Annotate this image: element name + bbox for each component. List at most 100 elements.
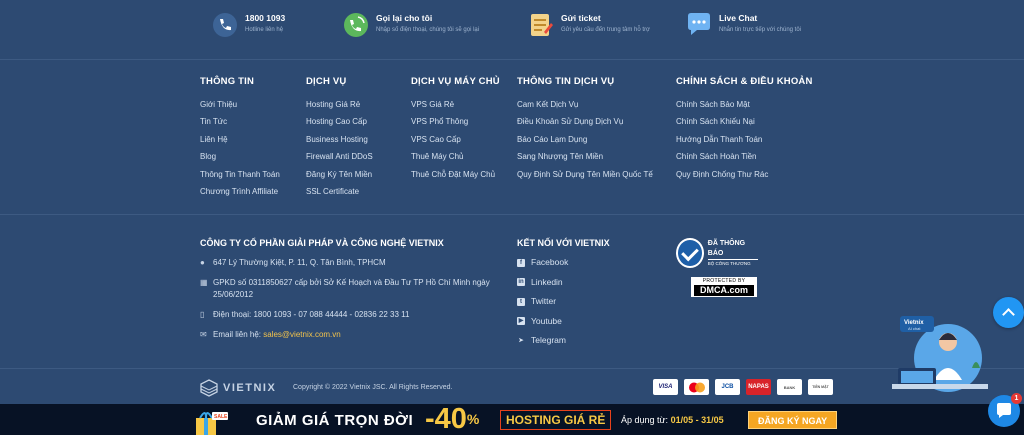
footer-link[interactable]: Hosting Giá Rẻ [306, 96, 373, 113]
phone-row: ▯ Điện thoại: 1800 1093 - 07 088 44444 -… [200, 309, 510, 321]
callback-phone-icon [343, 12, 369, 38]
envelope-icon: ✉ [200, 329, 207, 339]
chat-bubble-button[interactable]: 1 [988, 393, 1022, 427]
footer-link[interactable]: Thuê Máy Chủ [411, 148, 500, 165]
footer-link[interactable]: Chính Sách Khiếu Nại [676, 113, 813, 130]
footer-link[interactable]: Chính Sách Hoàn Tiền [676, 148, 813, 165]
footer-link[interactable]: Hướng Dẫn Thanh Toán [676, 131, 813, 148]
contact-bar: 1800 1093 Hotline liên hệ Gọi lại cho tô… [0, 0, 1024, 60]
email-row: ✉ Email liên hệ: sales@vietnix.com.vn [200, 329, 510, 341]
telegram-link[interactable]: ➤ Telegram [517, 335, 610, 346]
column-policies: CHÍNH SÁCH & ĐIỀU KHOẢN Chính Sách Bảo M… [676, 76, 813, 183]
footer-link[interactable]: Điều Khoản Sử Dụng Dịch Vụ [517, 113, 653, 130]
company-info: CÔNG TY CỔ PHẦN GIẢI PHÁP VÀ CÔNG NGHỆ V… [200, 238, 510, 349]
twitter-icon: t [517, 297, 525, 306]
youtube-link[interactable]: ▶ Youtube [517, 316, 610, 327]
discount-value: -40 [425, 403, 467, 435]
logo-text: VIETNIX [223, 382, 277, 394]
footer-link[interactable]: VPS Cao Cấp [411, 131, 500, 148]
checkmark-icon [676, 238, 704, 268]
map-pin-icon: ● [200, 258, 205, 267]
hotline-sub: Hotline liên hệ [245, 27, 284, 33]
vietnix-logo-icon [200, 379, 218, 397]
dates-label: Áp dụng từ: [621, 415, 671, 425]
column-heading: THÔNG TIN [200, 76, 255, 87]
footer-link[interactable]: Liên Hệ [200, 131, 280, 148]
livechat-sub: Nhắn tin trực tiếp với chúng tôi [719, 27, 801, 33]
footer-link[interactable]: Chương Trình Affiliate [200, 183, 280, 200]
column-heading: CHÍNH SÁCH & ĐIỀU KHOẢN [676, 76, 813, 87]
column-heading: DỊCH VỤ MÁY CHỦ [411, 76, 500, 87]
footer-link-columns: THÔNG TIN Giới Thiệu Tin Tức Liên Hệ Blo… [0, 60, 1024, 215]
facebook-label: Facebook [531, 257, 569, 267]
twitter-link[interactable]: t Twitter [517, 296, 610, 307]
telegram-label: Telegram [531, 335, 566, 346]
linkedin-icon: in [517, 278, 525, 287]
footer-link[interactable]: Sang Nhượng Tên Miền [517, 148, 653, 165]
register-now-button[interactable]: ĐĂNG KÝ NGAY [748, 411, 838, 429]
footer-link[interactable]: Giới Thiệu [200, 96, 280, 113]
column-heading: DỊCH VỤ [306, 76, 347, 87]
email-label: Email liên hệ: [213, 329, 264, 339]
linkedin-link[interactable]: in Linkedin [517, 277, 610, 288]
twitter-label: Twitter [531, 296, 557, 307]
email-link[interactable]: sales@vietnix.com.vn [263, 330, 340, 339]
footer-link[interactable]: SSL Certificate [306, 183, 373, 200]
facebook-link[interactable]: f Facebook [517, 257, 610, 268]
dmca-badge[interactable]: PROTECTED BY DMCA.com [691, 277, 757, 297]
vietnix-logo[interactable]: VIETNIX [200, 379, 276, 397]
footer-link[interactable]: VPS Phổ Thông [411, 113, 500, 130]
scroll-to-top-button[interactable] [993, 297, 1024, 328]
callback-contact[interactable]: Gọi lại cho tôi Nhập số điện thoại, chún… [343, 12, 479, 38]
bct-line1: ĐÃ THÔNG BÁO [707, 239, 758, 260]
telegram-icon: ➤ [518, 337, 524, 344]
footer-link[interactable]: Đăng Ký Tên Miền [306, 166, 373, 183]
footer-link[interactable]: Firewall Anti DDoS [306, 148, 373, 165]
copyright-text: Copyright © 2022 Vietnix JSC. All Rights… [293, 384, 453, 391]
footer-link[interactable]: Báo Cáo Lạm Dụng [517, 131, 653, 148]
social-links: KẾT NỐI VỚI VIETNIX f Facebook in Linkedin… [517, 238, 610, 355]
footer-link[interactable]: VPS Giá Rẻ [411, 96, 500, 113]
payment-methods: VISA JCB NAPAS BANK TIỀN MẶT [653, 379, 839, 395]
youtube-icon: ▶ [517, 317, 525, 326]
footer-bottom: VIETNIX Copyright © 2022 Vietnix JSC. Al… [0, 368, 1024, 404]
jcb-icon: JCB [715, 379, 740, 395]
column-info: THÔNG TIN Giới Thiệu Tin Tức Liên Hệ Blo… [200, 76, 280, 200]
callback-sub: Nhập số điện thoại, chúng tôi sẽ gọi lại [376, 27, 480, 33]
chat-bubble-icon [686, 12, 712, 38]
facebook-icon: f [517, 258, 525, 267]
social-heading: KẾT NỐI VỚI VIETNIX [517, 238, 610, 248]
footer-link[interactable]: Chính Sách Bảo Mật [676, 96, 813, 113]
hotline-contact[interactable]: 1800 1093 Hotline liên hệ [212, 12, 285, 38]
ticket-title: Gửi ticket [561, 13, 601, 23]
ai-assistant-widget[interactable]: Vietnix AI chat [890, 310, 990, 392]
cash-icon: TIỀN MẶT [808, 379, 833, 395]
ticket-contact[interactable]: Gửi ticket Gửi yêu cầu đến trung tâm hỗ … [528, 12, 650, 38]
banner-product: HOSTING GIÁ RẺ [500, 410, 612, 430]
livechat-contact[interactable]: Live Chat Nhắn tin trực tiếp với chúng t… [686, 12, 801, 38]
napas-icon: NAPAS [746, 379, 771, 395]
footer-link[interactable]: Business Hosting [306, 131, 373, 148]
footer-link[interactable]: Blog [200, 148, 280, 165]
bo-cong-thuong-badge[interactable]: ĐÃ THÔNG BÁO BỘ CÔNG THƯƠNG [676, 236, 758, 270]
address-row: ● 647 Lý Thường Kiệt, P. 11, Q. Tân Bình… [200, 257, 510, 269]
footer-link[interactable]: Thông Tin Thanh Toán [200, 166, 280, 183]
youtube-label: Youtube [531, 315, 562, 326]
footer-link[interactable]: Cam Kết Dịch Vụ [517, 96, 653, 113]
banner-headline: GIẢM GIÁ TRỌN ĐỜI [256, 412, 414, 429]
footer-link[interactable]: Thuê Chỗ Đặt Máy Chủ [411, 166, 500, 183]
license-text: GPKD số 0311850627 cấp bởi Sở Kế Hoạch v… [213, 278, 490, 299]
phone-text: Điện thoại: 1800 1093 - 07 088 44444 - 0… [213, 309, 410, 319]
column-servers: DỊCH VỤ MÁY CHỦ VPS Giá Rẻ VPS Phổ Thông… [411, 76, 500, 183]
hotline-title: 1800 1093 [245, 13, 286, 23]
footer-link[interactable]: Hosting Cao Cấp [306, 113, 373, 130]
phone-icon [212, 12, 238, 38]
banner-dates: Áp dụng từ: 01/05 - 31/05 [621, 415, 724, 425]
footer-link[interactable]: Quy Định Chống Thư Rác [676, 166, 813, 183]
bct-line2: BỘ CÔNG THƯƠNG [707, 260, 751, 266]
assistant-sub: AI chat [908, 326, 921, 331]
footer-link[interactable]: Tin Tức [200, 113, 280, 130]
promo-banner[interactable]: SALE GIẢM GIÁ TRỌN ĐỜI -40% HOSTING GIÁ … [0, 404, 1024, 435]
visa-icon: VISA [653, 379, 678, 395]
footer-link[interactable]: Quy Định Sử Dụng Tên Miền Quốc Tế [517, 166, 653, 183]
